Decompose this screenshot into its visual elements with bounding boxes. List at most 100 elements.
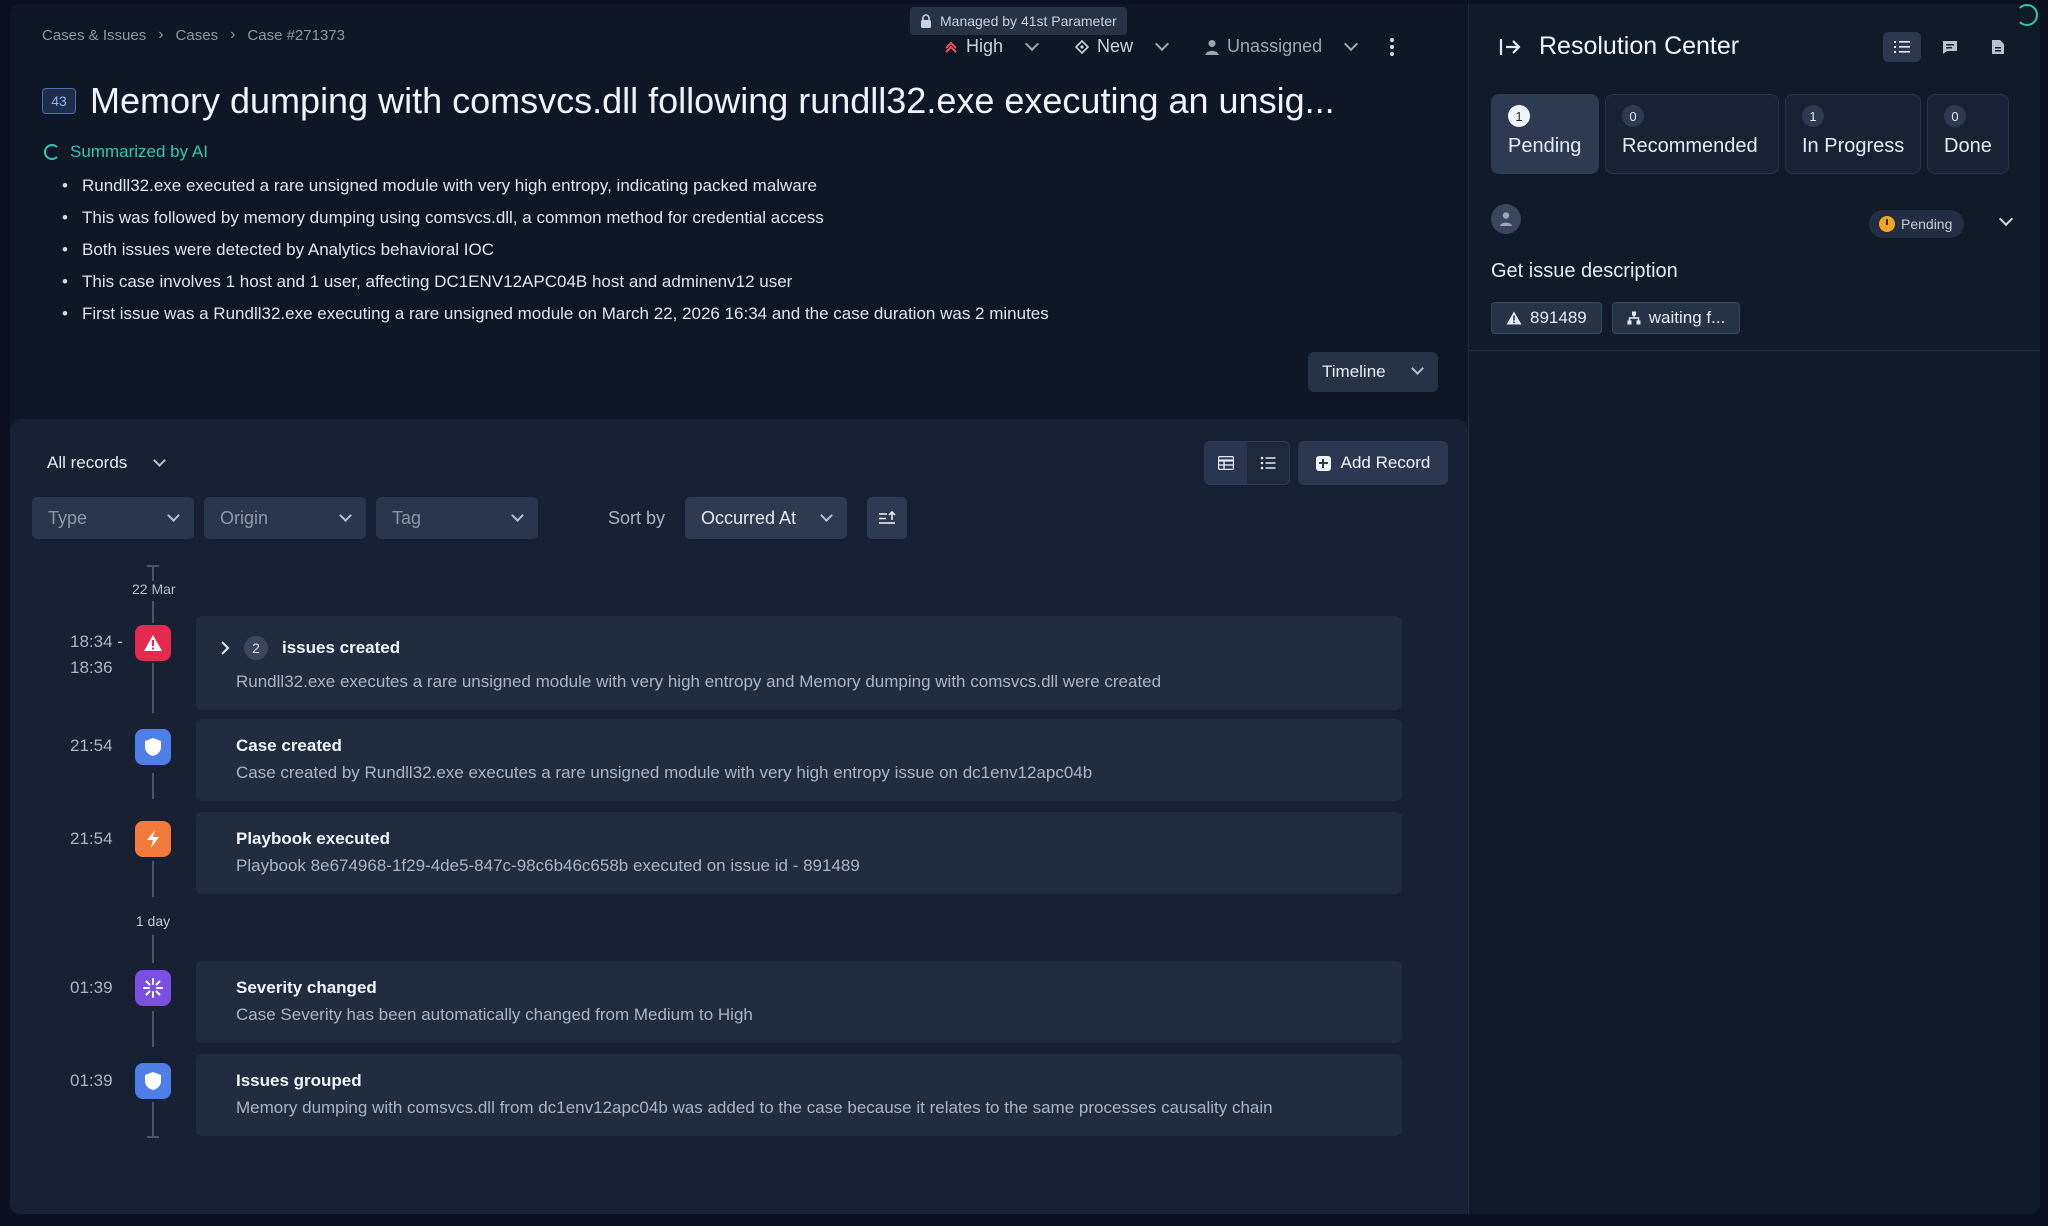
chevron-right-icon: › xyxy=(158,26,164,43)
timeline-line xyxy=(152,663,154,713)
event-title: Issues grouped xyxy=(236,1071,362,1090)
timeline-cap xyxy=(147,1136,159,1138)
timeline-line xyxy=(152,565,154,581)
ai-summary-list: Rundll32.exe executed a rare unsigned mo… xyxy=(62,170,1049,330)
tab-count: 1 xyxy=(1802,105,1824,127)
event-title: Playbook executed xyxy=(236,829,391,848)
issue-count-badge: 2 xyxy=(244,636,268,660)
summary-item: This was followed by memory dumping usin… xyxy=(62,202,1049,234)
ai-spinner-icon xyxy=(44,144,60,160)
event-description: Memory dumping with comsvcs.dll from dc1… xyxy=(236,1098,1273,1117)
tab-recommended[interactable]: 0 Recommended xyxy=(1605,94,1779,174)
records-panel: All records Add Record Type Origin Tag S… xyxy=(10,419,1468,1214)
timeline-label: Timeline xyxy=(1322,362,1386,381)
timeline: 22 Mar 1 day 18:34 - 18:36 2 issues crea… xyxy=(10,419,1468,1214)
task-list-button[interactable] xyxy=(1883,32,1921,62)
event-time-end: 18:36 xyxy=(70,658,113,677)
collapse-panel-icon[interactable] xyxy=(1499,37,1521,57)
event-time: 01:39 xyxy=(70,1071,113,1090)
tab-done[interactable]: 0 Done xyxy=(1927,94,2009,174)
timeline-line xyxy=(152,935,154,963)
case-main: Cases & Issues › Cases › Case #271373 Ma… xyxy=(10,4,1468,1214)
timeline-cap xyxy=(147,565,159,567)
task-chips: 891489 waiting f... xyxy=(1491,302,1741,334)
timeline-view-dropdown[interactable]: Timeline xyxy=(1308,352,1438,392)
event-card[interactable]: Case created Case created by Rundll32.ex… xyxy=(196,719,1402,801)
tab-pending[interactable]: 1 Pending xyxy=(1491,94,1599,174)
tab-count: 1 xyxy=(1508,105,1530,127)
event-card[interactable]: Playbook executed Playbook 8e674968-1f29… xyxy=(196,812,1402,894)
assignee-value: Unassigned xyxy=(1227,36,1323,56)
waiting-chip[interactable]: waiting f... xyxy=(1611,302,1741,334)
severity-value: High xyxy=(966,36,1004,56)
tab-label: Done xyxy=(1944,135,1992,157)
bolt-icon xyxy=(135,821,171,857)
hierarchy-icon xyxy=(1627,311,1641,325)
event-card[interactable]: Issues grouped Memory dumping with comsv… xyxy=(196,1054,1402,1136)
severity-dropdown[interactable]: High xyxy=(944,36,1040,57)
summary-item: Rundll32.exe executed a rare unsigned mo… xyxy=(62,170,1049,202)
task-title: Get issue description xyxy=(1491,260,1678,282)
chat-icon xyxy=(1943,41,1957,54)
chevron-right-icon[interactable] xyxy=(220,640,230,656)
time-gap-badge: 1 day xyxy=(126,909,180,933)
timeline-line xyxy=(152,601,154,623)
breadcrumb-cases[interactable]: Cases xyxy=(176,27,219,44)
more-options-icon[interactable] xyxy=(1390,37,1395,56)
task-status-badge: Pending xyxy=(1869,210,1965,238)
tab-count: 0 xyxy=(1622,105,1644,127)
case-title: Memory dumping with comsvcs.dll followin… xyxy=(90,80,1335,121)
breadcrumb-case[interactable]: Case #271373 xyxy=(247,27,345,44)
event-card[interactable]: 2 issues created Rundll32.exe executes a… xyxy=(196,616,1402,710)
diamond-icon xyxy=(1075,39,1090,54)
event-time-start: 18:34 - xyxy=(70,632,123,651)
summary-item: Both issues were detected by Analytics b… xyxy=(62,234,1049,266)
event-description: Case created by Rundll32.exe executes a … xyxy=(236,763,1093,782)
resolution-tabs: 1 Pending 0 Recommended 1 In Progress 0 … xyxy=(1491,94,2009,174)
event-card[interactable]: Severity changed Case Severity has been … xyxy=(196,961,1402,1043)
chevron-down-icon xyxy=(1411,362,1424,375)
document-button[interactable] xyxy=(1979,32,2017,62)
double-chevron-up-icon xyxy=(945,41,957,53)
assignee-dropdown[interactable]: Unassigned xyxy=(1205,36,1359,57)
breadcrumb-cases-issues[interactable]: Cases & Issues xyxy=(42,27,146,44)
event-time: 18:34 - 18:36 xyxy=(70,629,123,681)
status-dropdown[interactable]: New xyxy=(1075,36,1170,57)
timeline-line xyxy=(152,1102,154,1136)
comments-button[interactable] xyxy=(1931,32,1969,62)
breadcrumb: Cases & Issues › Cases › Case #271373 xyxy=(42,26,345,44)
resolution-center-header: Resolution Center xyxy=(1499,32,1739,61)
event-header: 2 issues created xyxy=(220,636,400,660)
tab-in-progress[interactable]: 1 In Progress xyxy=(1785,94,1921,174)
list-icon xyxy=(1894,41,1910,53)
avatar xyxy=(1491,204,1521,234)
event-description: Rundll32.exe executes a rare unsigned mo… xyxy=(236,672,1162,691)
tab-label: In Progress xyxy=(1802,135,1905,157)
chevron-down-icon xyxy=(1154,36,1170,51)
lock-icon xyxy=(921,14,931,28)
app-window: Cases & Issues › Cases › Case #271373 Ma… xyxy=(10,4,2040,1214)
resolution-center-panel: Resolution Center 1 Pending 0 Recommende… xyxy=(1468,4,2040,1214)
alert-triangle-icon xyxy=(135,625,171,661)
resolution-center-title: Resolution Center xyxy=(1539,32,1740,60)
event-description: Case Severity has been automatically cha… xyxy=(236,1005,753,1024)
chevron-down-icon[interactable] xyxy=(1998,211,2014,227)
issue-id-label: 891489 xyxy=(1530,308,1587,327)
document-icon xyxy=(1992,40,2004,54)
shield-icon xyxy=(135,1063,171,1099)
tab-count: 0 xyxy=(1944,105,1966,127)
status-ring-icon xyxy=(2016,4,2038,26)
chevron-down-icon xyxy=(1024,36,1040,51)
event-description: Playbook 8e674968-1f29-4de5-847c-98c6b46… xyxy=(236,856,860,875)
timeline-line xyxy=(152,861,154,897)
ai-summary-label: Summarized by AI xyxy=(70,142,208,161)
shield-icon xyxy=(135,729,171,765)
task-status-label: Pending xyxy=(1901,216,1953,232)
waiting-label: waiting f... xyxy=(1648,308,1726,327)
case-controls: High New Unassigned xyxy=(944,36,1395,57)
issue-id-chip[interactable]: 891489 xyxy=(1491,302,1602,334)
ai-summary-header: Summarized by AI xyxy=(44,142,208,162)
chevron-right-icon: › xyxy=(230,26,236,43)
event-title: issues created xyxy=(282,638,401,657)
date-label: 22 Mar xyxy=(132,581,176,597)
